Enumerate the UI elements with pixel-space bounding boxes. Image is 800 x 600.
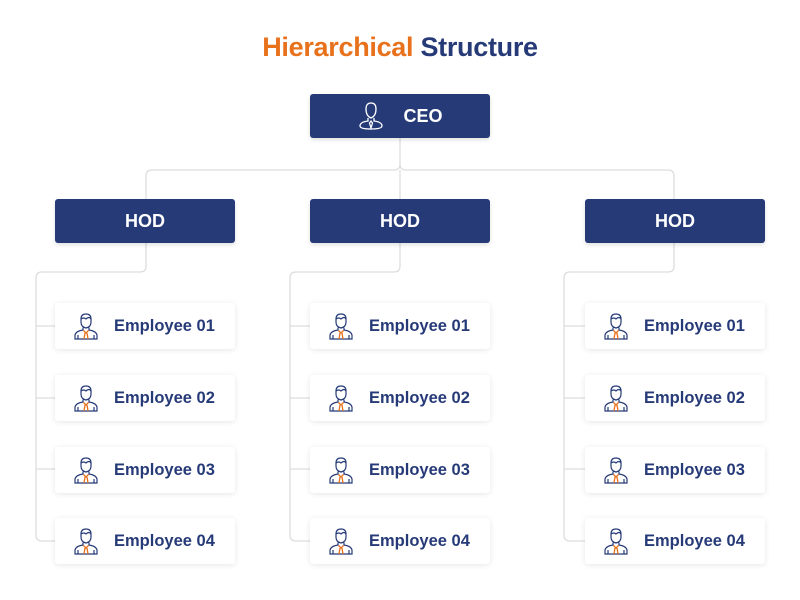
employee-label: Employee 02: [114, 388, 215, 407]
employee-icon: [74, 313, 98, 340]
employee-node[interactable]: Employee 04: [55, 518, 235, 564]
hod-label: HOD: [655, 210, 695, 231]
employee-node[interactable]: Employee 03: [310, 447, 490, 493]
employee-node[interactable]: Employee 02: [310, 375, 490, 421]
connector-ceo-right: [399, 163, 675, 199]
employee-label: Employee 03: [644, 460, 745, 479]
employee-node[interactable]: Employee 01: [585, 303, 765, 349]
employee-node[interactable]: Employee 04: [585, 518, 765, 564]
employee-icon: [329, 528, 353, 555]
employee-icon: [604, 313, 628, 340]
employee-label: Employee 04: [644, 531, 745, 550]
employee-node[interactable]: Employee 01: [55, 303, 235, 349]
employee-label: Employee 03: [114, 460, 215, 479]
employee-icon: [329, 385, 353, 412]
employee-icon: [74, 457, 98, 484]
employee-label: Employee 01: [114, 316, 215, 335]
employee-node[interactable]: Employee 02: [55, 375, 235, 421]
employee-label: Employee 02: [644, 388, 745, 407]
employee-label: Employee 01: [644, 316, 745, 335]
employee-label: Employee 01: [369, 316, 470, 335]
hod-node-2[interactable]: HOD: [310, 199, 490, 243]
employee-icon: [74, 385, 98, 412]
employee-label: Employee 02: [369, 388, 470, 407]
employee-icon: [604, 457, 628, 484]
ceo-node[interactable]: CEO: [310, 94, 490, 138]
employee-node[interactable]: Employee 03: [585, 447, 765, 493]
connector-ceo-down: [145, 138, 401, 199]
employee-label: Employee 04: [369, 531, 470, 550]
employee-label: Employee 03: [369, 460, 470, 479]
employee-icon: [604, 528, 628, 555]
connector-lines: [35, 138, 675, 542]
ceo-label: CEO: [403, 105, 443, 126]
hod-label: HOD: [380, 210, 420, 231]
employee-node[interactable]: Employee 03: [55, 447, 235, 493]
employee-icon: [329, 457, 353, 484]
employee-icon: [329, 313, 353, 340]
employee-icon: [74, 528, 98, 555]
hod-node-1[interactable]: HOD: [55, 199, 235, 243]
employee-node[interactable]: Employee 01: [310, 303, 490, 349]
employee-node[interactable]: Employee 04: [310, 518, 490, 564]
hod-node-3[interactable]: HOD: [585, 199, 765, 243]
employee-label: Employee 04: [114, 531, 215, 550]
employee-node[interactable]: Employee 02: [585, 375, 765, 421]
executive-user-icon: [359, 102, 384, 131]
hod-label: HOD: [125, 210, 165, 231]
employee-icon: [604, 385, 628, 412]
